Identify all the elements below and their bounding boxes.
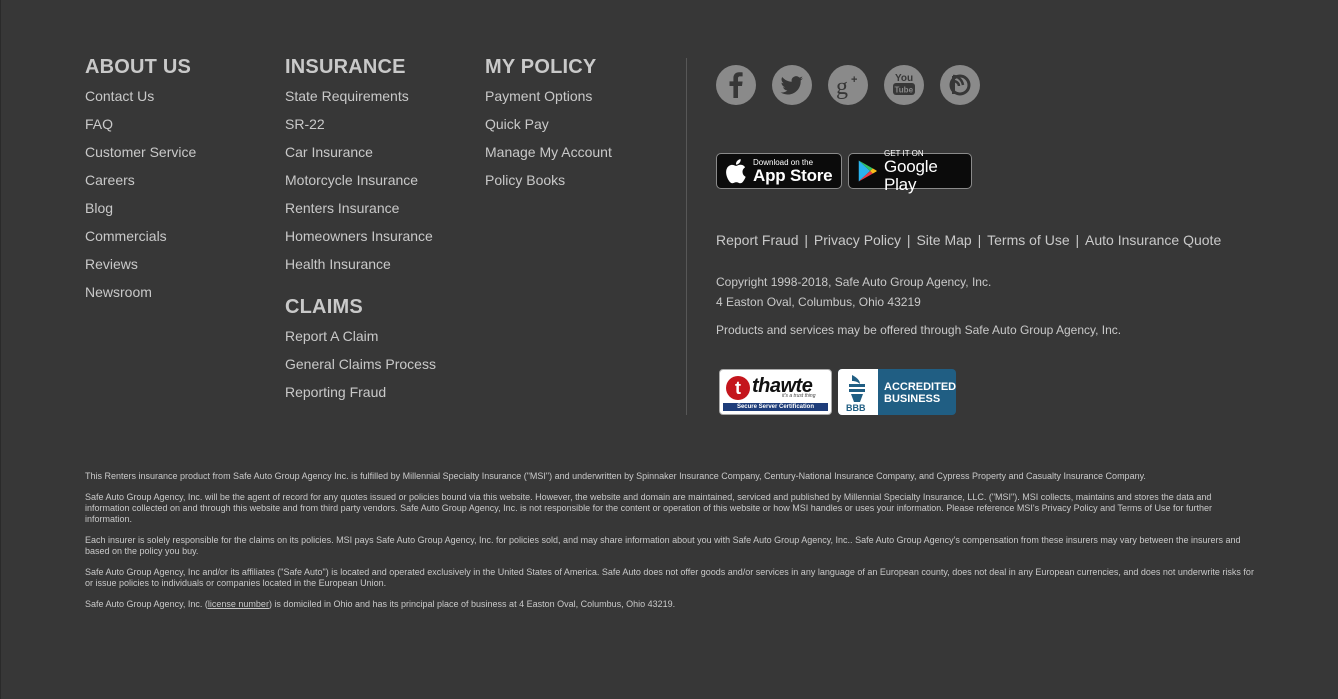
offered-through-text: Products and services may be offered thr… [716, 323, 1122, 337]
disclaimer-us-only: Safe Auto Group Agency, Inc and/or its a… [85, 567, 1254, 588]
claims-link-report[interactable]: Report A Claim [285, 324, 436, 352]
about-us-column: ABOUT US Contact Us FAQ Customer Service… [85, 54, 196, 308]
about-us-heading: ABOUT US [85, 56, 192, 78]
about-link-reviews[interactable]: Reviews [85, 252, 196, 280]
address-text: 4 Easton Oval, Columbus, Ohio 43219 [716, 295, 921, 309]
policy-link-quick-pay[interactable]: Quick Pay [485, 112, 612, 140]
insurance-link-renters[interactable]: Renters Insurance [285, 196, 436, 224]
insurance-heading: INSURANCE [285, 56, 406, 78]
bbb-torch-icon: BBB [838, 369, 878, 415]
svg-text:+: + [851, 74, 857, 86]
apple-icon [726, 159, 746, 184]
copyright-block: Copyright 1998-2018, Safe Auto Group Age… [716, 272, 991, 312]
insurance-link-motorcycle[interactable]: Motorcycle Insurance [285, 168, 436, 196]
about-link-customer-service[interactable]: Customer Service [85, 140, 196, 168]
footer: ABOUT US Contact Us FAQ Customer Service… [0, 0, 1338, 699]
insurance-link-homeowners[interactable]: Homeowners Insurance [285, 224, 436, 252]
claims-link-fraud[interactable]: Reporting Fraud [285, 380, 436, 408]
disclaimer-renters: This Renters insurance product from Safe… [85, 471, 1146, 481]
blog-icon[interactable] [940, 65, 980, 105]
business-line: BUSINESS [884, 393, 941, 405]
bbb-accredited-badge[interactable]: BBB ACCREDITED BUSINESS [838, 369, 956, 415]
about-link-blog[interactable]: Blog [85, 196, 196, 224]
thawte-certification-bar: Secure Server Certification [723, 403, 828, 411]
disclaimer-domicile: Safe Auto Group Agency, Inc. (license nu… [85, 599, 676, 609]
column-divider [686, 58, 687, 415]
accredited-line: ACCREDITED [884, 381, 957, 393]
disclaimers: This Renters insurance product from Safe… [85, 471, 1257, 620]
insurance-link-state-requirements[interactable]: State Requirements [285, 84, 436, 112]
thawte-logo-icon: t [726, 376, 750, 400]
youtube-icon[interactable]: You Tube [884, 65, 924, 105]
terms-of-use-link[interactable]: Terms of Use [987, 232, 1069, 248]
facebook-icon[interactable] [716, 65, 756, 105]
my-policy-column: MY POLICY Payment Options Quick Pay Mana… [485, 54, 612, 196]
claims-heading: CLAIMS [285, 296, 363, 318]
site-map-link[interactable]: Site Map [916, 232, 971, 248]
accredited-business-text: ACCREDITED BUSINESS [884, 381, 956, 405]
insurance-column: INSURANCE State Requirements SR-22 Car I… [285, 54, 436, 408]
bbb-label: BBB [846, 403, 866, 413]
insurance-link-health[interactable]: Health Insurance [285, 252, 436, 280]
my-policy-heading: MY POLICY [485, 56, 597, 78]
disclaimer-insurer-claims: Each insurer is solely responsible for t… [85, 535, 1241, 556]
insurance-link-car[interactable]: Car Insurance [285, 140, 436, 168]
app-store-big-text: App Store [753, 165, 833, 185]
policy-link-policy-books[interactable]: Policy Books [485, 168, 612, 196]
report-fraud-link[interactable]: Report Fraud [716, 232, 798, 248]
privacy-policy-link[interactable]: Privacy Policy [814, 232, 901, 248]
app-store-button[interactable]: Download on the App Store [716, 153, 842, 189]
about-link-faq[interactable]: FAQ [85, 112, 196, 140]
about-link-contact-us[interactable]: Contact Us [85, 84, 196, 112]
about-link-newsroom[interactable]: Newsroom [85, 280, 196, 308]
legal-links: Report Fraud | Privacy Policy | Site Map… [716, 232, 1222, 248]
app-store-badges: Download on the App Store GET IT ON Goog… [716, 149, 972, 193]
about-link-commercials[interactable]: Commercials [85, 224, 196, 252]
google-play-icon [858, 160, 877, 182]
svg-text:You: You [895, 73, 913, 84]
google-play-big-text: Google Play [883, 156, 938, 194]
about-link-careers[interactable]: Careers [85, 168, 196, 196]
policy-link-manage-account[interactable]: Manage My Account [485, 140, 612, 168]
disclaimer-agent-of-record: Safe Auto Group Agency, Inc. will be the… [85, 492, 1212, 524]
twitter-icon[interactable] [772, 65, 812, 105]
google-play-button[interactable]: GET IT ON Google Play [848, 149, 972, 193]
thawte-tagline: it's a trust thing [782, 393, 816, 399]
policy-link-payment-options[interactable]: Payment Options [485, 84, 612, 112]
google-plus-icon[interactable]: g + [828, 65, 868, 105]
social-links: g + You Tube [716, 65, 980, 105]
claims-link-process[interactable]: General Claims Process [285, 352, 436, 380]
insurance-link-sr22[interactable]: SR-22 [285, 112, 436, 140]
copyright-text: Copyright 1998-2018, Safe Auto Group Age… [716, 275, 992, 289]
trust-badges: t thawte it's a trust thing Secure Serve… [719, 369, 956, 415]
thawte-seal[interactable]: t thawte it's a trust thing Secure Serve… [719, 369, 832, 415]
license-number-link[interactable]: license number [208, 599, 269, 609]
svg-text:g: g [836, 74, 848, 100]
svg-text:Tube: Tube [895, 86, 914, 95]
auto-insurance-quote-link[interactable]: Auto Insurance Quote [1085, 232, 1221, 248]
